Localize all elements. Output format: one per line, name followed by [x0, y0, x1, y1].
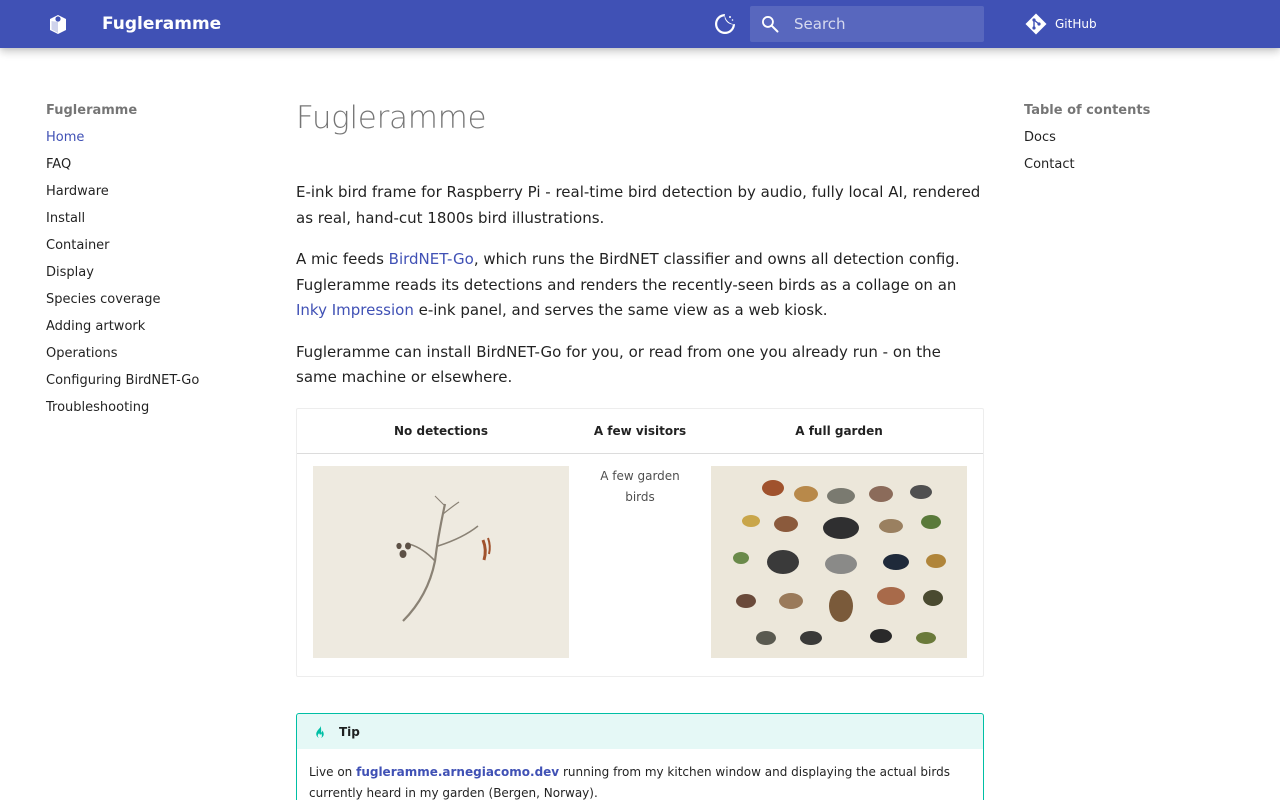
flame-icon	[316, 724, 324, 738]
nav-item-home[interactable]: Home	[46, 127, 256, 154]
logo-icon[interactable]	[46, 12, 70, 36]
table-of-contents: Table of contents Docs Contact	[1024, 100, 1244, 181]
nav-list: Home FAQ Hardware Install Container Disp…	[46, 127, 256, 424]
birdnet-go-link[interactable]: BirdNET-Go	[389, 250, 474, 268]
tip-body: Live on fugleramme.arnegiacomo.dev runni…	[297, 749, 983, 800]
column-header-no-detections: No detections	[297, 408, 585, 454]
git-icon	[1025, 13, 1047, 35]
search-icon	[762, 16, 779, 33]
full-garden-image	[711, 466, 967, 658]
nav-item-troubleshooting[interactable]: Troubleshooting	[46, 397, 256, 424]
intro-paragraph: E-ink bird frame for Raspberry Pi - real…	[296, 183, 981, 227]
nav-item-install[interactable]: Install	[46, 208, 256, 235]
live-site-link[interactable]: fugleramme.arnegiacomo.dev	[356, 765, 559, 779]
main-content: Fugleramme E-ink bird frame for Raspberr…	[296, 96, 984, 800]
nav-item-container[interactable]: Container	[46, 235, 256, 262]
description-text-1: A mic feeds	[296, 250, 389, 268]
toc-item-docs[interactable]: Docs	[1024, 127, 1244, 154]
tip-header: Tip	[297, 714, 983, 749]
description-text-3: e-ink panel, and serves the same view as…	[413, 301, 828, 319]
search-box[interactable]	[750, 6, 984, 42]
github-repo-link[interactable]: GitHub	[1024, 10, 1097, 38]
page-title: Fugleramme	[296, 100, 487, 136]
toc-title: Table of contents	[1024, 103, 1151, 118]
site-title[interactable]: Fugleramme	[102, 12, 221, 36]
nav-title: Fugleramme	[46, 103, 138, 118]
nav-item-configuring-birdnet-go[interactable]: Configuring BirdNET-Go	[46, 370, 256, 397]
tip-title: Tip	[339, 724, 360, 739]
cell-few-visitors: A few garden birds	[585, 454, 695, 677]
theme-toggle-icon[interactable]	[713, 12, 737, 36]
tip-admonition: Tip Live on fugleramme.arnegiacomo.dev r…	[296, 713, 984, 800]
primary-navigation: Fugleramme Home FAQ Hardware Install Con…	[46, 100, 256, 424]
nav-item-species-coverage[interactable]: Species coverage	[46, 289, 256, 316]
nav-item-operations[interactable]: Operations	[46, 343, 256, 370]
nav-item-display[interactable]: Display	[46, 262, 256, 289]
toc-item-contact[interactable]: Contact	[1024, 154, 1244, 181]
nav-item-hardware[interactable]: Hardware	[46, 181, 256, 208]
broken-image-few-visitors: A few garden birds	[600, 469, 680, 504]
nav-item-adding-artwork[interactable]: Adding artwork	[46, 316, 256, 343]
branch-illustration	[396, 495, 491, 622]
inky-impression-link[interactable]: Inky Impression	[296, 301, 414, 319]
top-header: Fugleramme GitHub	[0, 0, 1280, 48]
install-paragraph: Fugleramme can install BirdNET-Go for yo…	[296, 342, 941, 387]
column-header-full-garden: A full garden	[695, 408, 983, 454]
table-row: A few garden birds	[297, 454, 983, 677]
column-header-few-visitors: A few visitors	[585, 408, 695, 454]
no-detections-image	[313, 466, 569, 658]
repo-label: GitHub	[1055, 17, 1097, 31]
search-input[interactable]	[794, 6, 978, 42]
cell-full-garden	[695, 454, 983, 677]
nav-item-faq[interactable]: FAQ	[46, 154, 256, 181]
toc-list: Docs Contact	[1024, 127, 1244, 181]
description-paragraph: A mic feeds BirdNET-Go, which runs the B…	[296, 247, 984, 324]
tip-text-1: Live on	[309, 765, 357, 779]
examples-table: No detections A few visitors A full gard…	[296, 407, 984, 677]
cell-no-detections	[297, 454, 585, 677]
birds-collage-illustration	[733, 480, 946, 645]
